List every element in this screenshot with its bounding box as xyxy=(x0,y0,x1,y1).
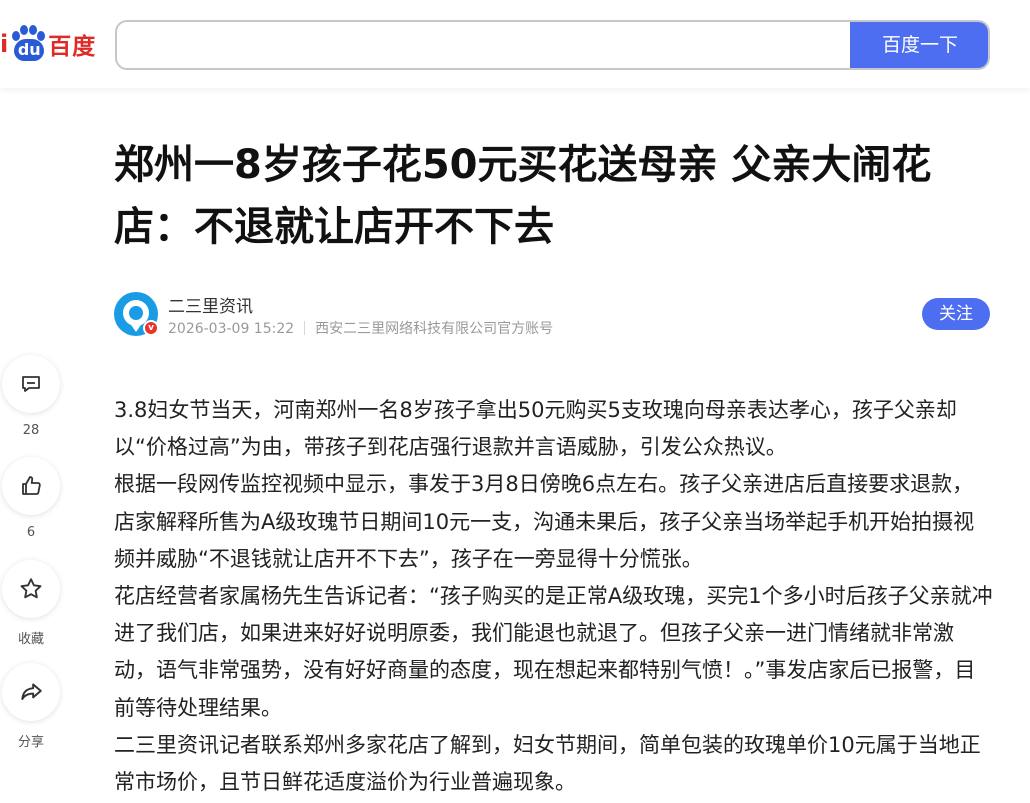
search-box: 百度一下 xyxy=(115,20,990,70)
publish-time: 2026-03-09 15:22 xyxy=(168,321,295,337)
top-bar: i du 百度 百度一下 xyxy=(0,0,1030,88)
author-org: 西安二三里网络科技有限公司官方账号 xyxy=(315,321,554,337)
author-meta: 2026-03-09 15:22 西安二三里网络科技有限公司官方账号 xyxy=(168,318,553,338)
share-icon xyxy=(21,683,42,701)
comment-count: 28 xyxy=(22,423,40,438)
comment-button[interactable] xyxy=(2,355,60,413)
logo-brand-text: 百度 xyxy=(48,34,97,60)
share-action[interactable]: 分享 xyxy=(2,663,60,750)
meta-divider xyxy=(304,321,306,335)
logo-du-text: du xyxy=(14,39,45,61)
comment-icon xyxy=(22,376,40,392)
article-title: 郑州一8岁孩子花50元买花送母亲 父亲大闹花店：不退就让店开不下去 xyxy=(114,142,932,250)
article-body: 3.8妇女节当天，河南郑州一名8岁孩子拿出50元购买5支玫瑰向母亲表达孝心，孩子… xyxy=(114,392,994,801)
favorite-button[interactable] xyxy=(2,560,60,618)
baidu-logo[interactable]: i du 百度 xyxy=(0,24,96,64)
author-name[interactable]: 二三里资讯 xyxy=(168,292,253,317)
star-icon xyxy=(20,578,42,599)
favorite-action[interactable]: 收藏 xyxy=(2,560,60,647)
follow-button[interactable]: 关注 xyxy=(922,298,990,330)
logo-fragment: i xyxy=(0,30,9,58)
verified-icon: v xyxy=(143,320,159,336)
search-button[interactable]: 百度一下 xyxy=(850,22,988,68)
baidu-paw-icon: du xyxy=(10,25,46,63)
like-action[interactable]: 6 xyxy=(2,457,60,540)
favorite-label: 收藏 xyxy=(17,632,44,647)
comment-action[interactable]: 28 xyxy=(2,355,60,438)
like-count: 6 xyxy=(26,525,36,540)
article-paragraph: 3.8妇女节当天，河南郑州一名8岁孩子拿出50元购买5支玫瑰向母亲表达孝心，孩子… xyxy=(114,398,957,460)
share-button[interactable] xyxy=(2,663,60,721)
article-paragraph: 根据一段网传监控视频中显示，事发于3月8日傍晚6点左右。孩子父亲进店后直接要求退… xyxy=(114,472,975,571)
article-paragraph: 花店经营者家属杨先生告诉记者：“孩子购买的是正常A级玫瑰，买完1个多小时后孩子父… xyxy=(114,584,993,720)
article-paragraph: 二三里资讯记者联系郑州多家花店了解到，妇女节期间，简单包装的玫瑰单价10元属于当… xyxy=(114,732,981,795)
like-icon xyxy=(22,476,41,495)
search-input[interactable] xyxy=(129,28,829,62)
like-button[interactable] xyxy=(2,457,60,515)
share-label: 分享 xyxy=(17,735,44,750)
author-bar: v 二三里资讯 2026-03-09 15:22 西安二三里网络科技有限公司官方账… xyxy=(114,290,990,340)
